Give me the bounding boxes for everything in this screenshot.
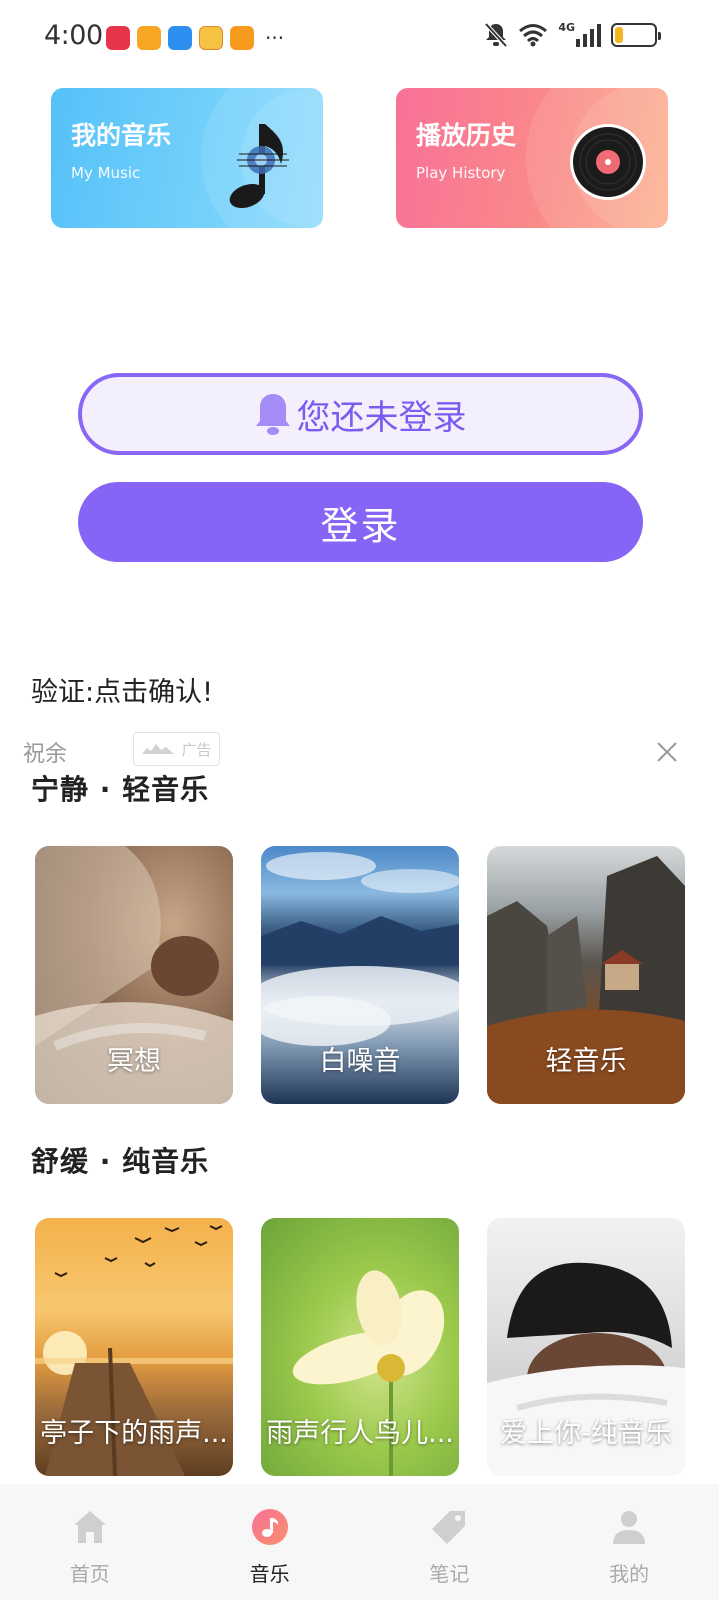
nav-notes[interactable]: 笔记 [360,1484,540,1600]
nav-music[interactable]: 音乐 [180,1484,360,1600]
video-app-icon [230,26,254,50]
status-time: 4:00 [44,20,103,51]
tile-label: 亭子下的雨声... [40,1418,228,1449]
nav-label: 笔记 [429,1562,470,1586]
play-history-title: 播放历史 [416,121,517,150]
login-notice-text: 您还未登录 [296,397,467,438]
status-indicators: 4G [484,20,661,48]
tile-label: 轻音乐 [545,1046,627,1077]
music-tile-meditation[interactable]: 冥想 [35,846,233,1104]
my-music-subtitle: My Music [71,164,141,182]
play-history-card[interactable]: 播放历史 Play History [396,88,668,228]
my-music-title: 我的音乐 [71,121,172,150]
vinyl-record-icon [570,124,646,200]
music-tile-white-noise[interactable]: 白噪音 [261,846,459,1104]
section-title-soothing: 舒缓 · 纯音乐 [31,1145,210,1178]
more-notifications-icon: ··· [265,26,285,50]
bottom-nav: 首页 音乐 笔记 我的 [0,1484,719,1600]
yellow-app-icon [137,26,161,50]
weibo-icon [199,26,223,50]
tile-label: 爱上你-纯音乐 [500,1418,672,1449]
login-button[interactable]: 登录 [78,482,643,562]
home-icon [73,1511,106,1543]
ad-badge: 广告 [133,732,220,766]
wifi-icon [519,24,548,47]
music-tile-pavilion-rain[interactable]: 亭子下的雨声... [35,1218,233,1476]
music-note-icon [229,124,289,209]
close-icon[interactable] [655,740,679,764]
battery-icon [611,23,661,47]
tile-label: 冥想 [107,1046,161,1077]
tile-label: 白噪音 [319,1046,401,1077]
my-music-card[interactable]: 我的音乐 My Music [51,88,323,228]
mute-bell-icon [484,22,508,48]
ad-badge-label: 广告 [181,740,212,759]
nav-label: 音乐 [249,1562,290,1586]
tile-label: 雨声行人鸟儿... [266,1418,454,1449]
status-bar: 4:00 ··· 4G [0,0,719,72]
ad-logo-icon [142,744,175,754]
blue-app-icon [168,26,192,50]
profile-icon [613,1511,646,1544]
nav-label: 我的 [609,1562,650,1586]
battery-level [615,27,623,43]
music-icon [251,1509,288,1545]
music-tile-light-music[interactable]: 轻音乐 [487,846,685,1104]
nav-home[interactable]: 首页 [0,1484,180,1600]
music-tile-rain-birds[interactable]: 雨声行人鸟儿... [261,1218,459,1476]
tag-icon [432,1511,466,1544]
bell-icon [255,394,290,435]
verify-text[interactable]: 验证:点击确认! [31,670,213,709]
play-history-subtitle: Play History [416,164,506,182]
login-notice: 您还未登录 [78,373,643,455]
nav-profile[interactable]: 我的 [539,1484,719,1600]
red-app-icon [106,26,130,50]
notification-app-icons: ··· [106,26,284,50]
signal-icon [576,24,601,47]
ad-source-name[interactable]: 祝余 [23,736,67,768]
network-type: 4G [558,20,575,34]
music-tile-love-you[interactable]: 爱上你-纯音乐 [487,1218,685,1476]
nav-label: 首页 [69,1562,110,1586]
section-title-calm: 宁静 · 轻音乐 [31,773,210,806]
